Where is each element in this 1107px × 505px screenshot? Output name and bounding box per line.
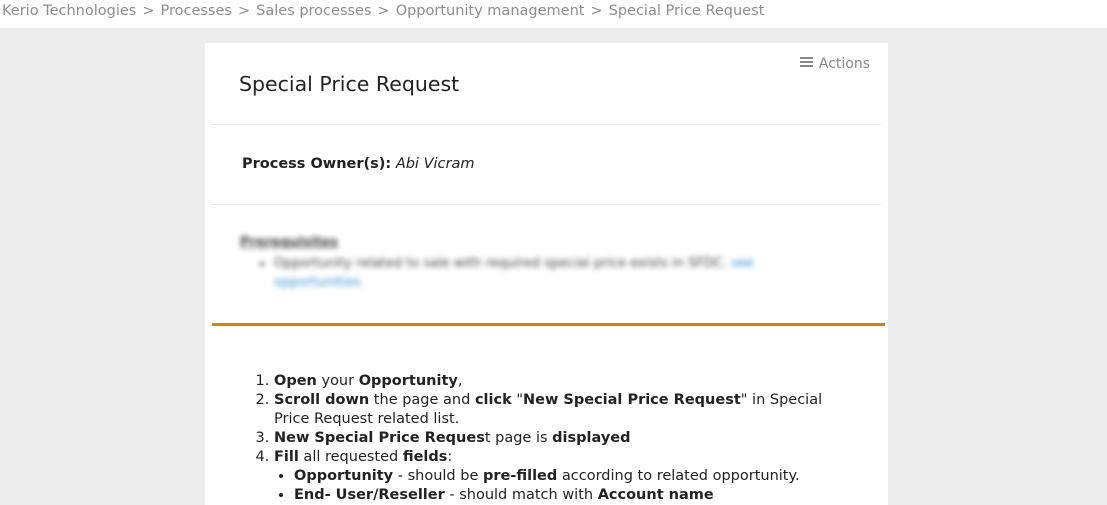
list-item: Scroll down the page and click "New Spec… (274, 391, 837, 429)
actions-label: Actions (818, 56, 870, 72)
breadcrumb-item-opportunity-management[interactable]: Opportunity management (396, 3, 585, 19)
breadcrumb-separator: > (237, 3, 251, 19)
section-accent-bar (212, 323, 885, 326)
title-divider (212, 124, 881, 125)
steps-section: Open your Opportunity, Scroll down the p… (257, 372, 837, 505)
list-item: Fill all requested fields: Opportunity -… (274, 448, 837, 505)
breadcrumb-item-processes[interactable]: Processes (160, 3, 231, 19)
breadcrumb-item-sales-processes[interactable]: Sales processes (256, 3, 371, 19)
page-title: Special Price Request (239, 72, 460, 96)
list-item: End- User/Reseller - should match with A… (294, 486, 837, 505)
breadcrumb-separator: > (142, 3, 155, 19)
top-bar: Kerio Technologies > Processes > Sales proce… (0, 0, 1107, 28)
list-item: Open your Opportunity, (274, 372, 837, 391)
steps-list: Open your Opportunity, Scroll down the p… (257, 372, 837, 505)
fields-list: Opportunity - should be pre-filled accor… (274, 467, 837, 505)
actions-menu-button[interactable]: Actions (799, 55, 870, 72)
owner-name: Abi Vicram (395, 156, 475, 172)
list-item: Opportunity - should be pre-filled accor… (294, 467, 837, 486)
breadcrumb-separator: > (377, 3, 390, 19)
prerequisite-text: Opportunity related to sale with require… (274, 256, 728, 271)
prerequisites-list: Opportunity related to sale with require… (274, 254, 840, 292)
owner-divider (212, 204, 881, 205)
breadcrumb-separator: > (590, 3, 603, 19)
process-owner: Process Owner(s): Abi Vicram (242, 156, 474, 172)
owner-label: Process Owner(s): (242, 156, 392, 172)
breadcrumb: Kerio Technologies > Processes > Sales proce… (2, 3, 764, 19)
list-item: New Special Price Request page is displa… (274, 429, 837, 448)
process-card: Actions Special Price Request Process Ow… (205, 43, 888, 505)
hamburger-icon (799, 55, 813, 69)
breadcrumb-current: Special Price Request (608, 3, 765, 19)
prerequisites-title: Prerequisites (240, 235, 338, 250)
breadcrumb-item-company[interactable]: Kerio Technologies (2, 3, 136, 19)
prerequisites-section: Prerequisites Opportunity related to sal… (240, 235, 840, 292)
list-item: Opportunity related to sale with require… (274, 254, 840, 292)
